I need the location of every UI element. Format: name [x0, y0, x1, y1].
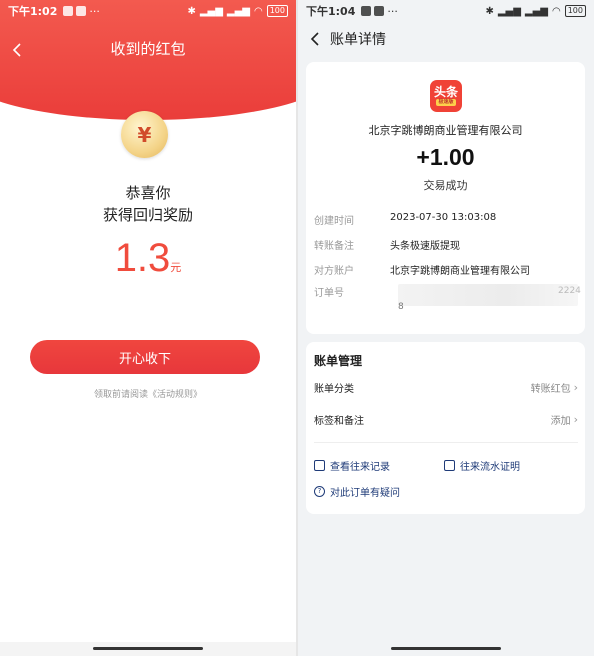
question-label: 对此订单有疑问: [330, 488, 400, 499]
signal-icon: ▂▄▆: [497, 5, 521, 17]
detail-row: 订单号 2224 8: [314, 284, 581, 318]
app-notification-icon: [361, 6, 372, 16]
status-icons: ✱ ▂▄▆ ▂▄▆ ◠ 100: [485, 5, 586, 17]
detail-row: 转账备注 头条极速版提现: [314, 237, 576, 252]
detail-key: 对方账户: [314, 266, 354, 277]
toutiao-logo-icon: 头条 极速版: [430, 80, 462, 112]
red-packet-screen: 下午1:02 ··· ✱ ▂▄▆ ▂▄▆ ◠ 100 收到的红包 ¥ 恭喜你 获…: [0, 0, 296, 656]
wifi-icon: ◠: [253, 5, 263, 17]
reward-text: 获得回归奖励: [102, 206, 193, 224]
question-icon: ?: [314, 486, 325, 497]
status-icons: ✱ ▂▄▆ ▂▄▆ ◠ 100: [187, 5, 288, 17]
more-dots: ···: [89, 4, 100, 18]
detail-key: 订单号: [314, 288, 344, 299]
amount-unit: 元: [170, 261, 182, 274]
navigation-bar: [298, 642, 594, 656]
logo-text: 头条: [433, 85, 458, 99]
tags-value-wrap: 添加 ›: [551, 412, 578, 427]
order-number-line2: 8: [398, 302, 404, 312]
detail-value: 2023-07-30 13:03:08: [390, 212, 497, 223]
records-label: 查看往来记录: [330, 462, 390, 473]
wifi-icon: ◠: [551, 5, 561, 17]
app-notification-icon: [374, 6, 385, 16]
app-notification-icon: [63, 6, 74, 16]
coin-icon: ¥: [121, 111, 168, 158]
records-icon: [314, 460, 325, 471]
bluetooth-icon: ✱: [187, 5, 196, 17]
chevron-right-icon: ›: [573, 413, 578, 426]
order-number-tail: 2224: [558, 286, 581, 296]
detail-value[interactable]: 北京字跳博朗商业管理有限公司: [390, 262, 576, 277]
detail-value: 头条极速版提现: [390, 241, 460, 252]
signal-icon: ▂▄▆: [226, 5, 250, 17]
category-value-wrap: 转账红包 ›: [531, 380, 578, 395]
records-link[interactable]: 查看往来记录: [314, 458, 390, 473]
bluetooth-icon: ✱: [485, 5, 494, 17]
category-value: 转账红包: [530, 384, 571, 395]
detail-key: 创建时间: [314, 216, 354, 227]
home-indicator[interactable]: [93, 647, 203, 650]
detail-row: 创建时间 2023-07-30 13:03:08: [314, 212, 576, 227]
right-header: 账单详情: [298, 28, 594, 50]
detail-row: 对方账户 北京字跳博朗商业管理有限公司: [314, 262, 576, 277]
question-link[interactable]: ? 对此订单有疑问: [314, 484, 400, 499]
signal-icon: ▂▄▆: [524, 5, 548, 17]
left-header: 收到的红包: [0, 38, 296, 62]
status-time: 下午1:04: [306, 5, 356, 18]
signal-icon: ▂▄▆: [199, 5, 223, 17]
divider: [314, 442, 578, 443]
battery-icon: 100: [266, 5, 288, 17]
home-indicator[interactable]: [391, 647, 501, 650]
page-title: 账单详情: [330, 32, 386, 48]
rules-link[interactable]: 领取前请阅读《活动规则》: [0, 387, 296, 400]
claim-button[interactable]: 开心收下: [30, 340, 260, 374]
back-icon[interactable]: [6, 38, 26, 62]
bill-management-card: 账单管理 账单分类 转账红包 › 标签和备注 添加 › 查看往来记录 往来流水证…: [306, 342, 585, 514]
category-label: 账单分类: [314, 384, 354, 395]
battery-icon: 100: [564, 5, 586, 17]
tags-row[interactable]: 标签和备注 添加 ›: [314, 412, 578, 427]
status-bar-left: 下午1:02 ··· ✱ ▂▄▆ ▂▄▆ ◠ 100: [0, 0, 296, 22]
navigation-bar: [0, 642, 296, 656]
congrats-text: 恭喜你: [125, 184, 171, 202]
page-title: 收到的红包: [110, 40, 186, 58]
bill-detail-screen: 下午1:04 ··· ✱ ▂▄▆ ▂▄▆ ◠ 100 账单详情 头条 极速版 北…: [298, 0, 594, 656]
category-row[interactable]: 账单分类 转账红包 ›: [314, 380, 578, 395]
statement-label: 往来流水证明: [460, 462, 520, 473]
more-dots: ···: [387, 4, 398, 18]
app-notification-icon: [76, 6, 87, 16]
logo-sub: 极速版: [436, 99, 456, 106]
status-bar-right: 下午1:04 ··· ✱ ▂▄▆ ▂▄▆ ◠ 100: [298, 0, 594, 22]
chevron-right-icon: ›: [573, 381, 578, 394]
transaction-status: 交易成功: [423, 179, 468, 192]
section-title: 账单管理: [314, 354, 363, 368]
order-number-blurred: [398, 284, 578, 306]
statement-icon: [444, 460, 455, 471]
tags-label: 标签和备注: [314, 416, 364, 427]
transaction-amount: +1.00: [416, 144, 475, 170]
back-icon[interactable]: [302, 28, 326, 50]
amount-value: 1.3: [114, 236, 171, 280]
statement-link[interactable]: 往来流水证明: [444, 458, 520, 473]
tags-value: 添加: [550, 416, 571, 427]
transaction-card: 头条 极速版 北京字跳博朗商业管理有限公司 +1.00 交易成功 创建时间 20…: [306, 62, 585, 334]
reward-amount: 1.3元: [0, 236, 296, 281]
detail-key: 转账备注: [314, 241, 354, 252]
payer-name: 北京字跳博朗商业管理有限公司: [368, 124, 523, 137]
status-time: 下午1:02: [8, 5, 58, 18]
